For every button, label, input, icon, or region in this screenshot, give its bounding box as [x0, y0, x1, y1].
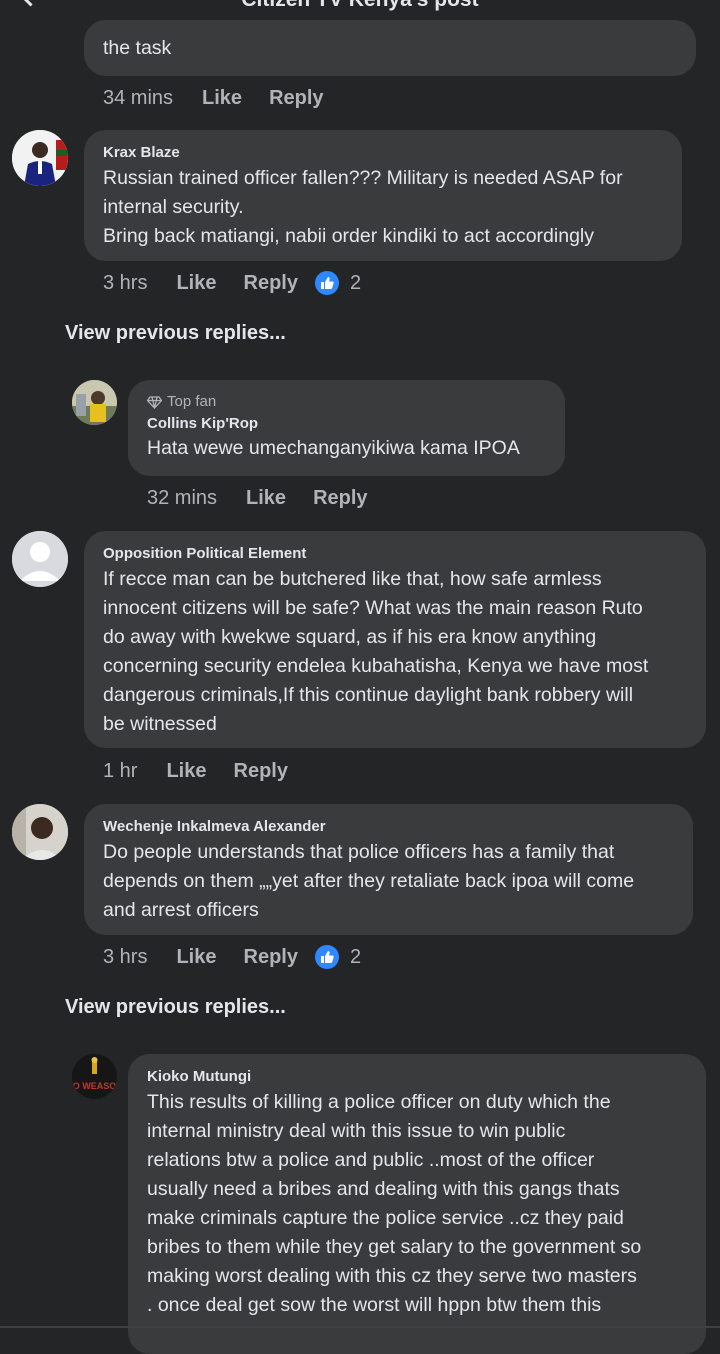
like-button[interactable]: Like	[246, 487, 286, 510]
comment-time[interactable]: 3 hrs	[103, 946, 147, 969]
comment-author[interactable]: Opposition Political Element	[103, 531, 687, 563]
reaction-count: 2	[349, 271, 362, 294]
avatar[interactable]	[12, 130, 68, 186]
comment-time[interactable]: 1 hr	[103, 760, 137, 783]
reply-button[interactable]: Reply	[244, 946, 298, 969]
thumbs-up-icon	[314, 271, 339, 295]
badge-label: Top fan	[167, 393, 217, 410]
reaction-summary[interactable]: 2	[314, 271, 362, 295]
reaction-count: 2	[349, 945, 362, 968]
avatar[interactable]: O WEASO	[72, 1054, 117, 1099]
comment-text: This results of killing a police officer…	[147, 1091, 642, 1316]
like-button[interactable]: Like	[176, 946, 216, 969]
reply-button[interactable]: Reply	[269, 87, 323, 110]
avatar[interactable]	[12, 531, 68, 587]
comment-text: Hata wewe umechanganyikiwa kama IPOA	[147, 437, 520, 459]
reply-button[interactable]: Reply	[234, 760, 288, 783]
like-button[interactable]: Like	[176, 272, 216, 295]
comment-author[interactable]: Collins Kip'Rop	[147, 415, 546, 433]
comment-time[interactable]: 32 mins	[147, 487, 217, 510]
like-button[interactable]: Like	[166, 760, 206, 783]
comment-bubble: Kioko Mutungi This results of killing a …	[128, 1054, 706, 1354]
reaction-summary[interactable]: 2	[314, 945, 362, 969]
reply-button[interactable]: Reply	[313, 487, 367, 510]
comment-author[interactable]: Wechenje Inkalmeva Alexander	[103, 804, 674, 836]
comment-text: Russian trained officer fallen??? Milita…	[103, 167, 623, 247]
view-previous-replies[interactable]: View previous replies...	[65, 996, 286, 1019]
comment-bubble: Wechenje Inkalmeva Alexander Do people u…	[84, 804, 693, 935]
comment-time[interactable]: 3 hrs	[103, 272, 147, 295]
top-bar: Citizen TV Kenya's post	[0, 0, 720, 14]
thumbs-up-icon	[314, 945, 339, 969]
reply-button[interactable]: Reply	[244, 272, 298, 295]
comment-bubble: the task	[84, 20, 696, 76]
comment-author[interactable]: Kioko Mutungi	[147, 1054, 687, 1086]
comment-bubble: Krax Blaze Russian trained officer falle…	[84, 130, 682, 261]
comment-text: If recce man can be butchered like that,…	[103, 568, 649, 735]
comment-bubble: Top fan Collins Kip'Rop Hata wewe umecha…	[128, 380, 565, 476]
diamond-icon	[147, 395, 162, 409]
comment-actions: 1 hr Like Reply	[103, 756, 315, 786]
comment-author[interactable]: Krax Blaze	[103, 130, 663, 162]
comment-actions: 32 mins Like Reply	[147, 483, 395, 513]
page-title: Citizen TV Kenya's post	[0, 0, 720, 12]
comment-text: Do people understands that police office…	[103, 841, 635, 921]
top-fan-badge: Top fan	[147, 380, 546, 412]
avatar[interactable]	[12, 804, 68, 860]
comment-actions: 34 mins Like Reply	[103, 83, 351, 113]
avatar[interactable]	[72, 380, 117, 425]
comment-actions: 3 hrs Like Reply 2	[103, 942, 361, 972]
comment-text: the task	[103, 37, 172, 59]
avatar-text: O WEASO	[72, 1081, 117, 1091]
view-previous-replies[interactable]: View previous replies...	[65, 322, 286, 345]
comment-time[interactable]: 34 mins	[103, 87, 173, 110]
comment-actions: 3 hrs Like Reply 2	[103, 268, 361, 298]
like-button[interactable]: Like	[202, 87, 242, 110]
comment-bubble: Opposition Political Element If recce ma…	[84, 531, 706, 748]
